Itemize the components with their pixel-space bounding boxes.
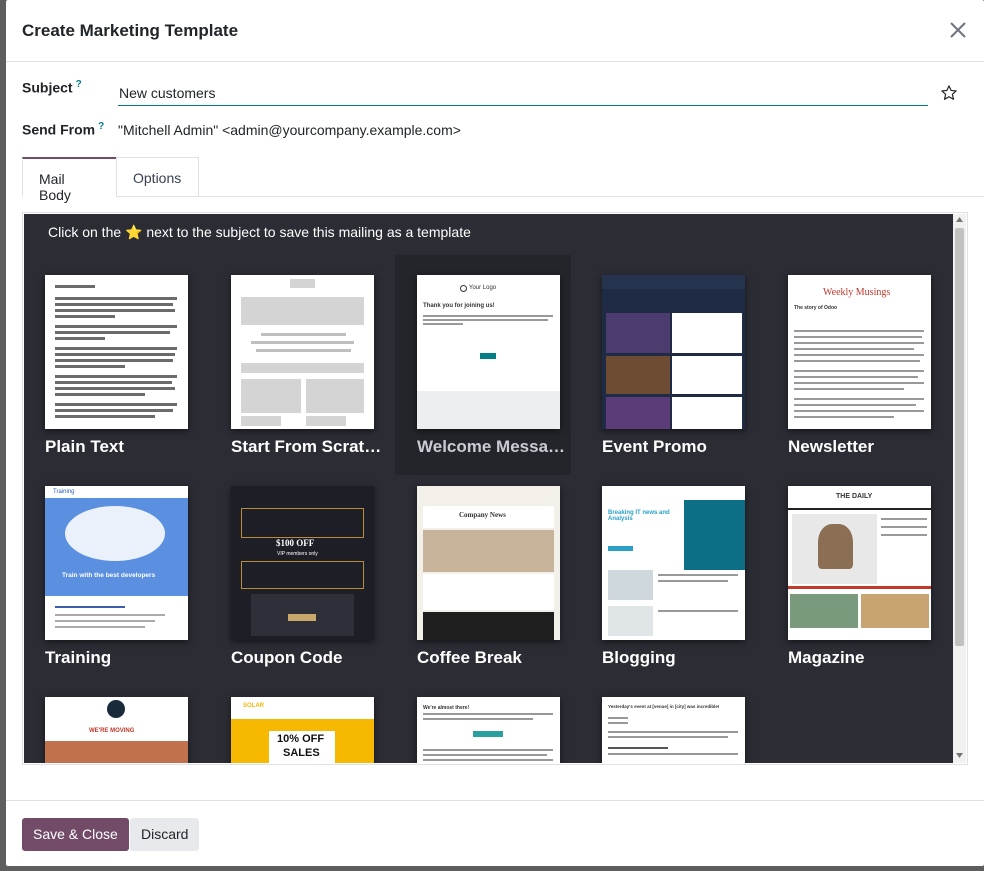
template-almost-there[interactable]: We're almost there! (405, 687, 581, 763)
template-thumbnail: $100 OFF VIP members only (231, 486, 374, 640)
template-event-recap[interactable]: Yesterday's event at [venue] in [city] w… (590, 687, 766, 763)
template-thumbnail: We're almost there! (417, 697, 560, 763)
training-brand-text: Training (53, 489, 75, 495)
create-template-dialog: Create Marketing Template Subject? Send … (6, 0, 984, 866)
template-plain-text[interactable]: Plain Text (33, 265, 209, 475)
template-label: Welcome Messa… (417, 437, 566, 456)
newsletter-title-text: Weekly Musings (823, 287, 891, 298)
newsletter-story-text: The story of Odoo (794, 305, 838, 311)
welcome-logo-text: Your Logo (469, 285, 497, 291)
send-from-value[interactable]: "Mitchell Admin" <admin@yourcompany.exam… (118, 122, 461, 138)
template-label: Plain Text (45, 437, 125, 456)
template-label: Training (45, 648, 112, 667)
template-label: Event Promo (602, 437, 707, 456)
dialog-title: Create Marketing Template (22, 21, 239, 40)
subject-input[interactable] (118, 80, 928, 106)
template-thumbnail: Company News (417, 486, 560, 640)
template-welcome-message[interactable]: Your Logo Thank you for joining us! Welc… (395, 255, 571, 475)
send-from-help-icon[interactable]: ? (98, 121, 104, 132)
template-solar[interactable]: SOLAR 10% OFF SALES (219, 687, 395, 763)
subject-label-text: Subject (22, 79, 73, 96)
scroll-up-icon[interactable] (956, 217, 963, 223)
send-from-label: Send From? (22, 121, 104, 138)
solar-offer-text: 10% OFF (277, 733, 325, 745)
send-from-label-text: Send From (22, 121, 96, 138)
scrollbar-thumb[interactable] (955, 228, 964, 646)
template-thumbnail (45, 275, 188, 429)
almost-there-text: We're almost there! (423, 705, 470, 711)
template-coupon-code[interactable]: $100 OFF VIP members only Coupon Code (219, 476, 395, 686)
template-moving[interactable]: WE'RE MOVING (33, 687, 209, 763)
moving-title-text: WE'RE MOVING (89, 728, 135, 734)
coffee-title-text: Company News (459, 511, 506, 519)
template-training[interactable]: Training Train with the best developers … (33, 476, 209, 686)
tab-options[interactable]: Options (116, 157, 199, 197)
template-gallery: Click on the ⭐ next to the subject to sa… (24, 214, 953, 763)
template-coffee-break[interactable]: Company News Coffee Break (405, 476, 581, 686)
mail-body-frame: Click on the ⭐ next to the subject to sa… (22, 212, 968, 765)
template-magazine[interactable]: THE DAILY Magazine (776, 476, 952, 686)
template-thumbnail (231, 275, 374, 429)
gallery-hint: Click on the ⭐ next to the subject to sa… (48, 224, 471, 240)
template-thumbnail (602, 275, 745, 429)
template-thumbnail: Breaking IT news and Analysis (602, 486, 745, 640)
coupon-sub-text: VIP members only (277, 551, 318, 557)
template-thumbnail: Yesterday's event at [venue] in [city] w… (602, 697, 745, 763)
coupon-amount-text: $100 OFF (276, 538, 315, 548)
blog-title-text: Breaking IT news and Analysis (608, 510, 670, 522)
save-template-star-icon[interactable] (940, 84, 958, 102)
gallery-scrollbar[interactable] (953, 214, 966, 763)
template-label: Newsletter (788, 437, 874, 456)
template-blogging[interactable]: Breaking IT news and Analysis Blogging (590, 476, 766, 686)
close-icon[interactable] (946, 18, 970, 42)
welcome-heading-text: Thank you for joining us! (423, 303, 495, 309)
solar-brand-text: SOLAR (243, 703, 264, 709)
template-label: Magazine (788, 648, 865, 667)
template-label: Coffee Break (417, 648, 522, 667)
scroll-down-icon[interactable] (956, 753, 963, 759)
magazine-title-text: THE DAILY (836, 493, 873, 500)
template-label: Coupon Code (231, 648, 343, 667)
template-thumbnail: WE'RE MOVING (45, 697, 188, 763)
tab-mail-body[interactable]: Mail Body (22, 157, 117, 203)
discard-button[interactable]: Discard (130, 818, 200, 851)
template-label: Start From Scrat… (231, 437, 381, 456)
template-thumbnail: Weekly Musings The story of Odoo (788, 275, 931, 429)
template-event-promo[interactable]: Event Promo (590, 265, 766, 475)
template-newsletter[interactable]: Weekly Musings The story of Odoo Newslet… (776, 265, 952, 475)
dialog-header: Create Marketing Template (6, 0, 984, 62)
template-start-from-scratch[interactable]: Start From Scrat… (219, 265, 395, 475)
training-title-text: Train with the best developers (62, 572, 156, 579)
template-thumbnail: SOLAR 10% OFF SALES (231, 697, 374, 763)
subject-label: Subject? (22, 79, 82, 96)
template-thumbnail: Training Train with the best developers (45, 486, 188, 640)
subject-help-icon[interactable]: ? (76, 79, 82, 90)
tab-bar: Mail Body Options (22, 157, 984, 203)
event-recap-text: Yesterday's event at [venue] in [city] w… (608, 704, 720, 709)
solar-offer2-text: SALES (283, 747, 320, 759)
dialog-footer: Save & Close Discard (6, 800, 984, 866)
template-thumbnail: THE DAILY (788, 486, 931, 640)
template-label: Blogging (602, 648, 676, 667)
template-thumbnail: Your Logo Thank you for joining us! (417, 275, 560, 429)
save-close-button[interactable]: Save & Close (22, 818, 129, 851)
